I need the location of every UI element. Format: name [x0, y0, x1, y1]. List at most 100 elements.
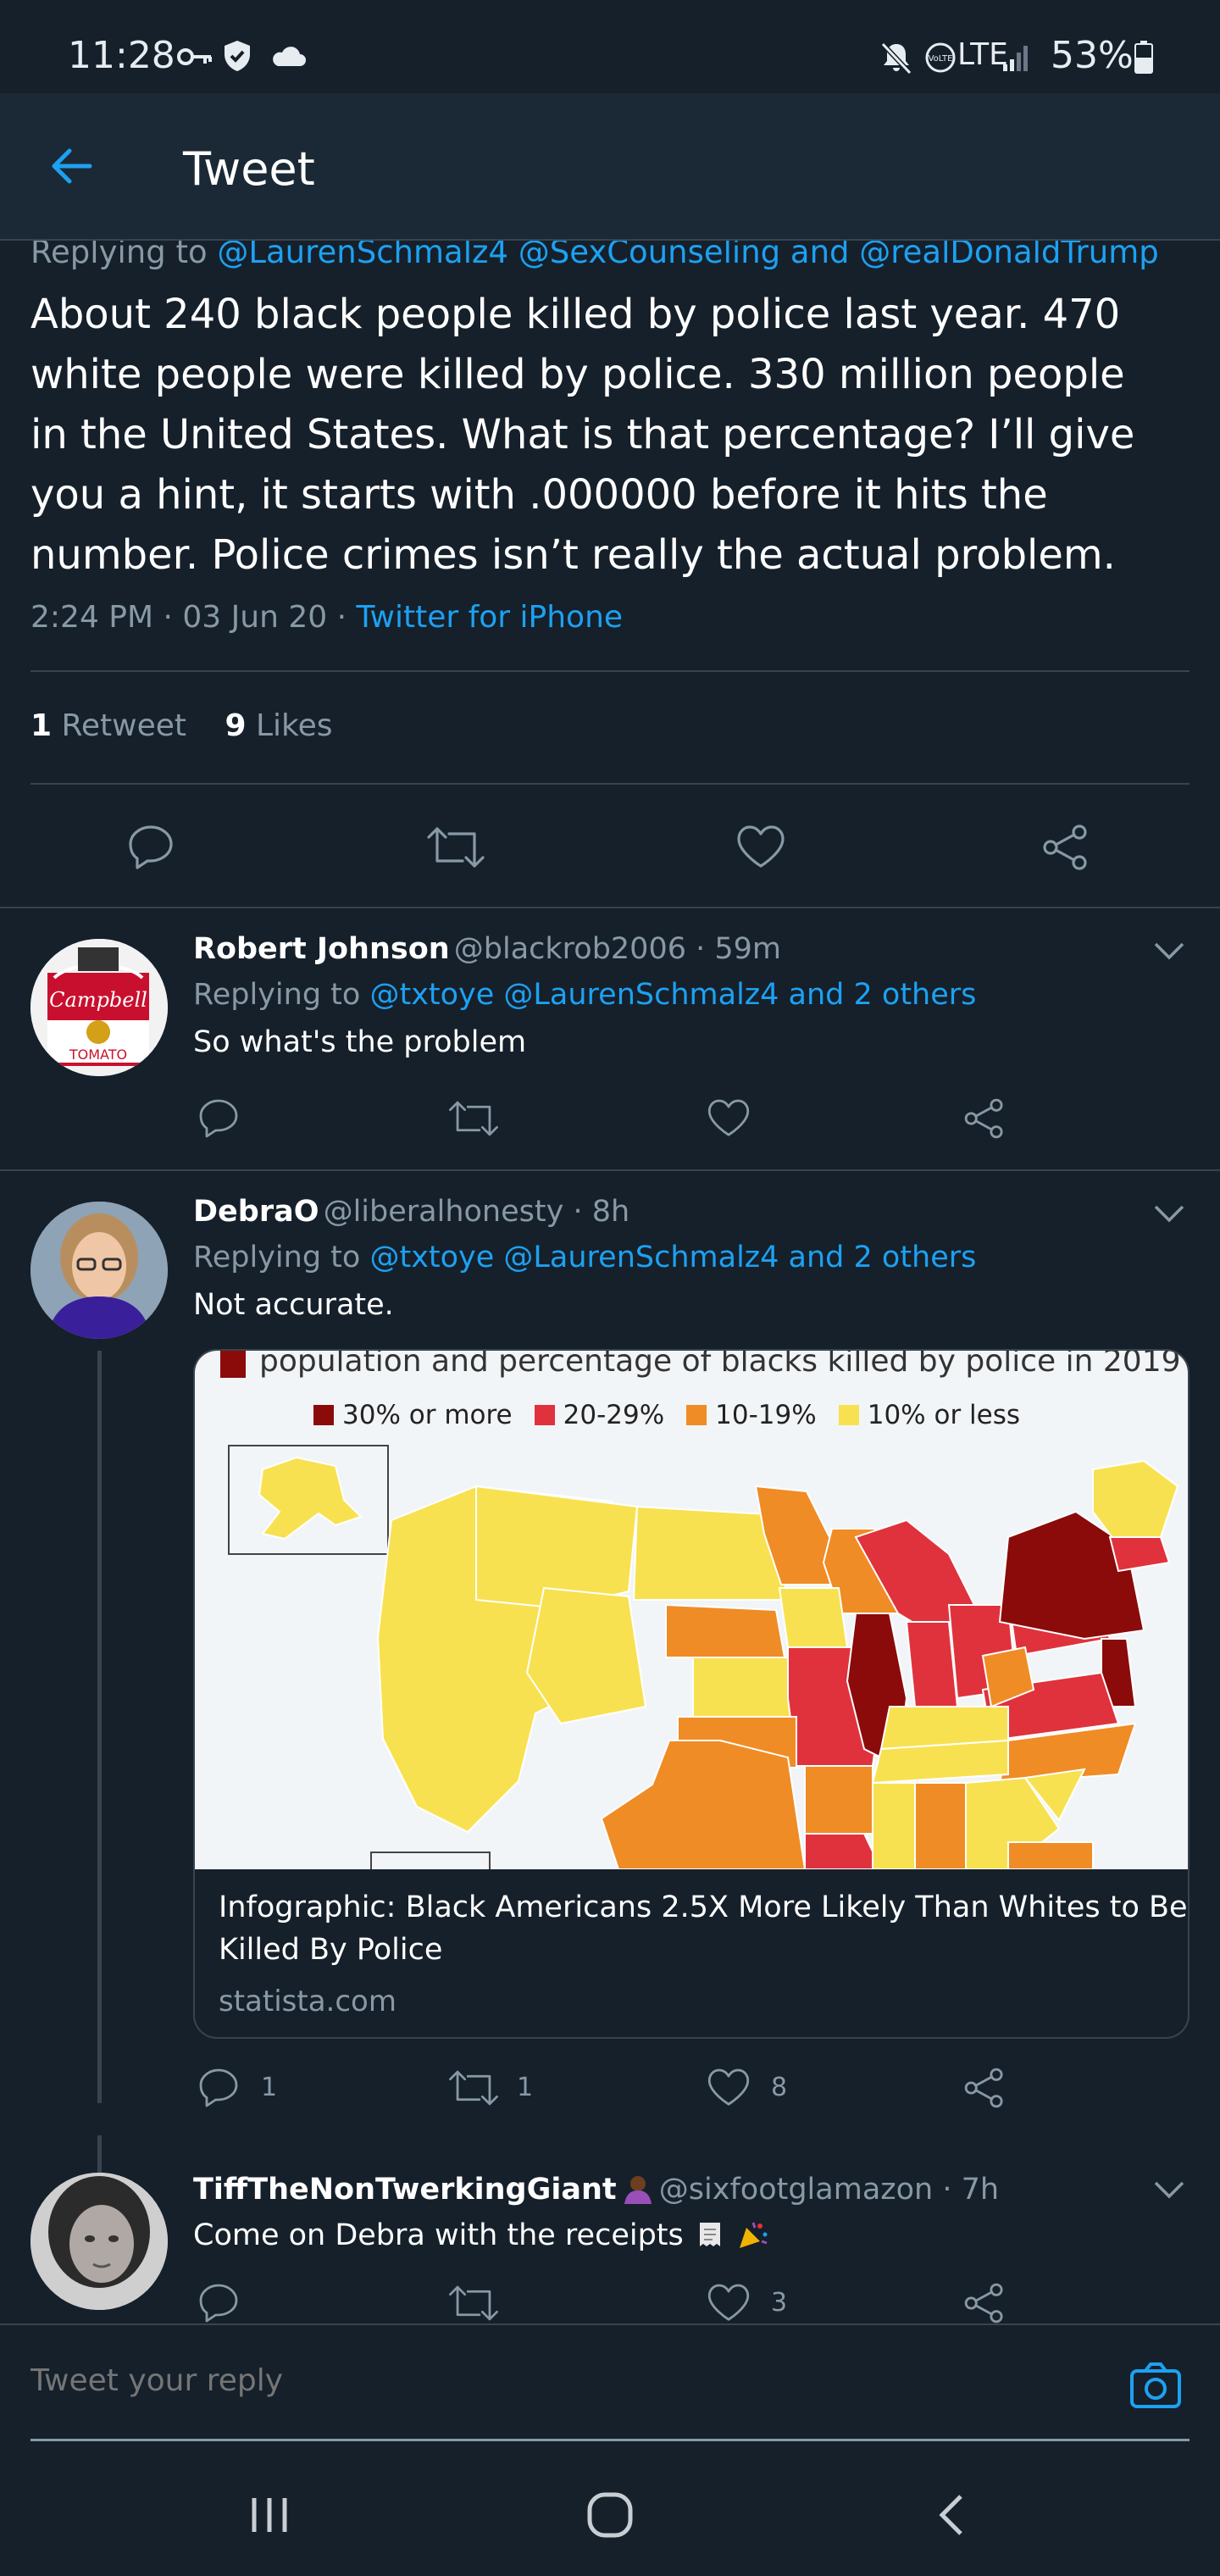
back-icon[interactable]: [929, 2491, 976, 2539]
author-name[interactable]: Robert Johnson: [193, 932, 450, 966]
main-tweet-line: white people were killed by police. 330 …: [30, 351, 1125, 398]
receipt-emoji-icon: [693, 2219, 727, 2250]
author-name[interactable]: DebraO: [193, 1195, 319, 1229]
main-tweet-line: number. Police crimes isn’t really the a…: [30, 531, 1116, 579]
us-map: [228, 1445, 1179, 1869]
home-icon[interactable]: [585, 2490, 635, 2540]
share-icon[interactable]: [1039, 820, 1093, 874]
replying-to: Replying to @txtoye @LaurenSchmalz4 and …: [193, 978, 977, 1012]
thread-line: [97, 2135, 102, 2174]
chevron-down-icon[interactable]: [1152, 939, 1186, 963]
main-tweet-line: in the United States. What is that perce…: [30, 411, 1135, 458]
volte-icon: VoLTE: [923, 41, 957, 75]
reply-header: DebraO @liberalhonesty · 8h: [193, 1195, 629, 1229]
like-icon[interactable]: [734, 820, 788, 874]
reply-icon[interactable]: [124, 820, 178, 874]
avatar[interactable]: [30, 2173, 168, 2310]
reply-icon[interactable]: [195, 2279, 242, 2323]
like-icon[interactable]: [705, 1095, 752, 1142]
recent-apps-icon[interactable]: [246, 2491, 293, 2539]
reply-tweet[interactable]: Campbell TOMATO Robert Johnson @blackrob2…: [0, 908, 1220, 1169]
like-count: 3: [771, 2288, 788, 2318]
share-icon[interactable]: [961, 1095, 1008, 1142]
legend-item: 10% or less: [838, 1400, 1020, 1430]
stats-divider-top: [30, 670, 1190, 672]
main-tweet-text: About 240 black people killed by police …: [30, 285, 1134, 586]
avatar[interactable]: [30, 1202, 168, 1339]
retweet-icon[interactable]: [447, 1095, 500, 1142]
map-legend: 30% or more 20-29% 10-19% 10% or less: [313, 1400, 1020, 1430]
map-title: population and percentage of blacks kill…: [259, 1351, 1181, 1379]
retweet-icon[interactable]: [447, 2064, 500, 2112]
link-card[interactable]: population and percentage of blacks kill…: [193, 1349, 1190, 2039]
reply-tweet[interactable]: DebraO @liberalhonesty · 8h Replying to …: [0, 1171, 1220, 2108]
card-domain: statista.com: [219, 1985, 396, 2018]
mute-icon: [878, 39, 915, 76]
status-time: 11:28: [68, 34, 175, 77]
reply-tweet[interactable]: TiffTheNonTwerkingGiant @sixfootglamazon…: [0, 2135, 1220, 2323]
main-tweet-line: About 240 black people killed by police …: [30, 291, 1121, 338]
stats-divider-bottom: [30, 783, 1190, 785]
card-headline: Infographic: Black Americans 2.5X More L…: [219, 1890, 1188, 1967]
party-emoji-icon: [736, 2219, 770, 2250]
like-icon[interactable]: [705, 2064, 752, 2112]
retweet-icon[interactable]: [447, 2279, 500, 2323]
legend-item: 20-29%: [534, 1400, 664, 1430]
reply-input[interactable]: [30, 2351, 1098, 2410]
likes-stat[interactable]: 9 Likes: [225, 708, 332, 743]
reply-text: Not accurate.: [193, 1288, 394, 1322]
main-tweet-line: you a hint, it starts with .000000 befor…: [30, 471, 1048, 519]
tweet-stats: 1 Retweet 9 Likes: [30, 708, 333, 743]
reply-icon[interactable]: [195, 2064, 242, 2112]
retweet-count: 1: [517, 2073, 534, 2102]
retweet-icon[interactable]: [425, 820, 486, 874]
thread-line: [97, 1351, 102, 2103]
legend-swatch: [838, 1405, 859, 1425]
android-nav-bar: [0, 2454, 1220, 2576]
reply-count: 1: [261, 2073, 278, 2102]
share-icon[interactable]: [961, 2279, 1008, 2323]
reply-icon[interactable]: [195, 1095, 242, 1142]
retweet-stat[interactable]: 1 Retweet: [30, 708, 225, 743]
main-replying-handles[interactable]: @LaurenSchmalz4 @SexCounseling and @real…: [217, 241, 1158, 270]
main-tweet-meta: 2:24 PM · 03 Jun 20 · Twitter for iPhone: [30, 600, 623, 635]
replying-handles[interactable]: @txtoye @LaurenSchmalz4 and 2 others: [369, 1241, 976, 1274]
card-image: population and percentage of blacks kill…: [195, 1351, 1188, 1869]
key-icon: [176, 44, 214, 69]
camera-icon[interactable]: [1128, 2359, 1183, 2410]
composer-underline: [30, 2439, 1190, 2441]
reply-header: TiffTheNonTwerkingGiant @sixfootglamazon…: [193, 2173, 999, 2207]
legend-swatch: [313, 1405, 334, 1425]
main-replying-to: Replying to @LaurenSchmalz4 @SexCounseli…: [30, 241, 1159, 270]
main-tweet-source[interactable]: Twitter for iPhone: [356, 600, 623, 635]
legend-item: 10-19%: [686, 1400, 817, 1430]
svg-text:VoLTE: VoLTE: [929, 54, 953, 64]
reply-text: Come on Debra with the receipts: [193, 2218, 770, 2252]
reply-text: So what's the problem: [193, 1025, 527, 1059]
share-icon[interactable]: [961, 2064, 1008, 2112]
signal-icon: [1001, 42, 1032, 73]
avatar[interactable]: Campbell TOMATO: [30, 939, 168, 1076]
emoji-icon: [621, 2174, 655, 2204]
legend-item: 30% or more: [313, 1400, 513, 1430]
author-handle[interactable]: @blackrob2006 · 59m: [454, 932, 781, 966]
legend-swatch: [220, 1351, 246, 1378]
replying-handles[interactable]: @txtoye @LaurenSchmalz4 and 2 others: [369, 978, 976, 1012]
back-arrow-icon[interactable]: [47, 146, 95, 186]
author-handle[interactable]: @sixfootglamazon · 7h: [659, 2173, 999, 2207]
page-title: Tweet: [183, 142, 315, 196]
svg-text:Campbell: Campbell: [49, 988, 147, 1012]
author-name[interactable]: TiffTheNonTwerkingGiant: [193, 2173, 617, 2207]
reply-header: Robert Johnson @blackrob2006 · 59m: [193, 932, 781, 966]
status-bar: 11:28 VoLTE LTE 53%: [0, 0, 1220, 93]
shield-icon: [222, 39, 252, 73]
network-type: LTE: [957, 37, 1008, 72]
battery-percent: 53%: [1051, 34, 1134, 77]
like-icon[interactable]: [705, 2279, 752, 2323]
chevron-down-icon[interactable]: [1152, 1202, 1186, 1225]
main-tweet-time: 2:24 PM · 03 Jun 20 ·: [30, 600, 347, 635]
author-handle[interactable]: @liberalhonesty · 8h: [324, 1195, 630, 1229]
chevron-down-icon[interactable]: [1152, 2178, 1186, 2201]
legend-swatch: [686, 1405, 707, 1425]
svg-text:TOMATO: TOMATO: [69, 1046, 127, 1063]
